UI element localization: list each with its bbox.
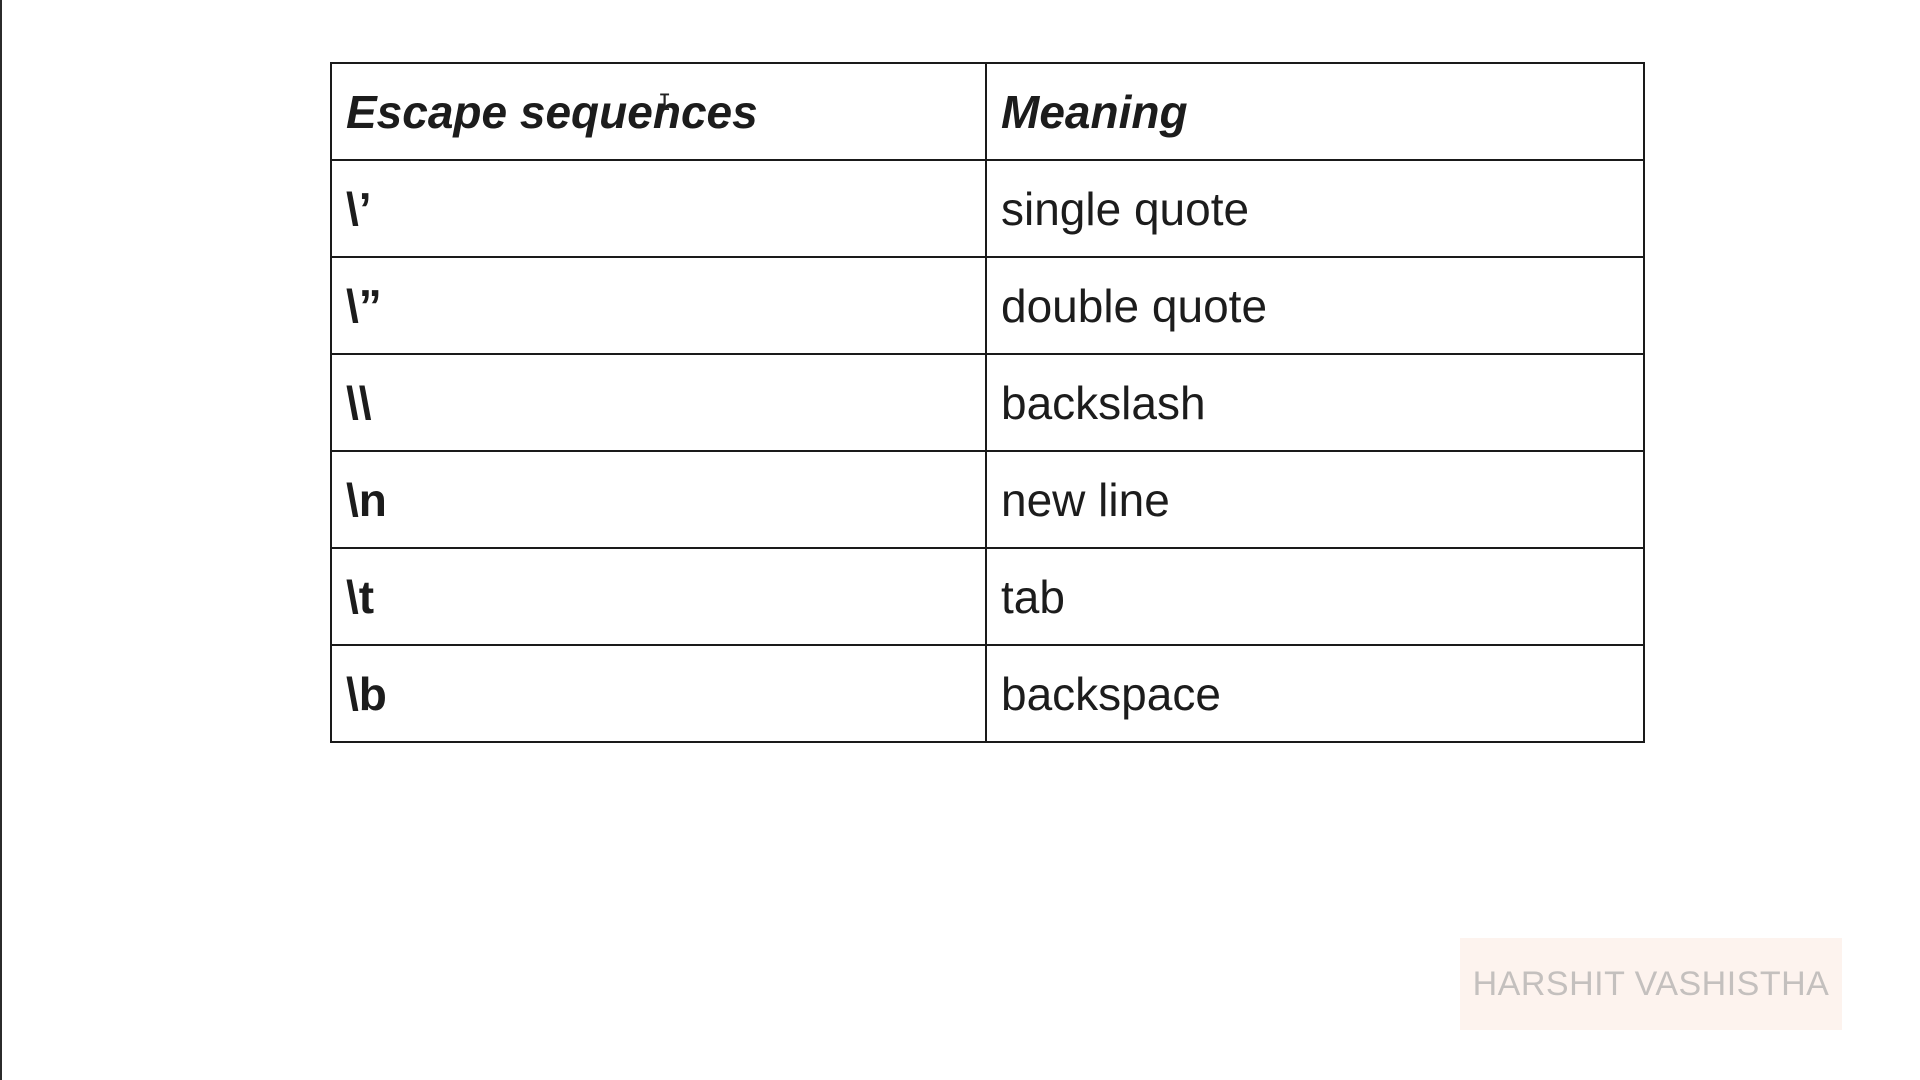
sequence-cell: \t [330,547,987,646]
text-cursor-icon [658,92,670,116]
meaning-cell: double quote [985,256,1645,355]
watermark-text: HARSHIT VASHISTHA [1472,964,1830,1003]
table-row: \” double quote [330,256,1645,355]
sequence-cell: \’ [330,159,987,258]
meaning-cell: single quote [985,159,1645,258]
sequence-cell: \\ [330,353,987,452]
table-row: \’ single quote [330,159,1645,258]
watermark: HARSHIT VASHISTHA [1460,938,1842,1030]
escape-sequences-table: Escape sequences Meaning \’ single quote… [330,62,1645,743]
table-header-row: Escape sequences Meaning [330,62,1645,161]
window-left-edge [0,0,2,1080]
meaning-cell: tab [985,547,1645,646]
meaning-cell: backspace [985,644,1645,743]
table-row: \t tab [330,547,1645,646]
header-meaning: Meaning [985,62,1645,161]
meaning-cell: new line [985,450,1645,549]
sequence-cell: \” [330,256,987,355]
sequence-cell: \b [330,644,987,743]
table-row: \\ backslash [330,353,1645,452]
table-row: \n new line [330,450,1645,549]
table-row: \b backspace [330,644,1645,743]
meaning-cell: backslash [985,353,1645,452]
sequence-cell: \n [330,450,987,549]
